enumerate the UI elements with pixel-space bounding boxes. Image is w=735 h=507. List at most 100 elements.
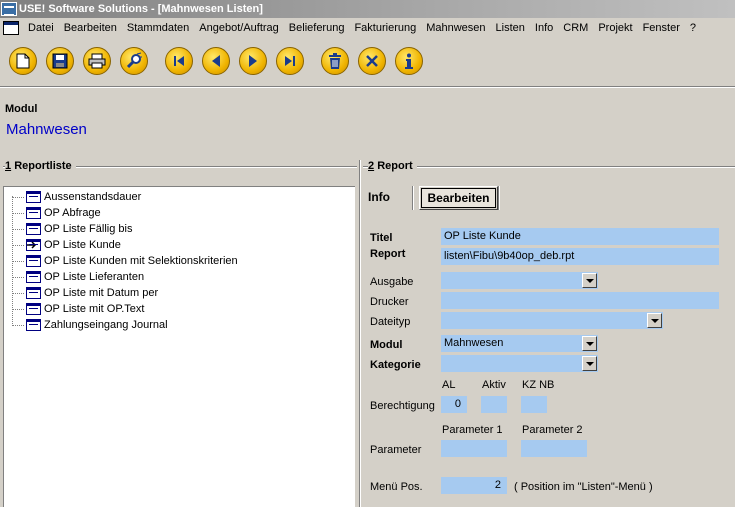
report-list-icon bbox=[26, 319, 41, 331]
tree-item[interactable]: Zahlungseingang Journal bbox=[12, 317, 168, 333]
kategorie-select[interactable] bbox=[441, 355, 598, 372]
title-bar: USE! Software Solutions - [Mahnwesen Lis… bbox=[0, 0, 735, 18]
save-button[interactable] bbox=[45, 46, 75, 76]
panel-separator bbox=[359, 160, 361, 507]
first-icon bbox=[165, 47, 193, 75]
tree-item[interactable]: OP Liste Kunden mit Selektionskriterien bbox=[12, 253, 238, 269]
tree-item[interactable]: OP Abfrage bbox=[12, 205, 101, 221]
menu-crm[interactable]: CRM bbox=[558, 18, 593, 38]
document-icon[interactable] bbox=[3, 21, 19, 35]
cancel-button[interactable] bbox=[357, 46, 387, 76]
kznb-label: KZ NB bbox=[522, 379, 555, 391]
menu-pos-label: Menü Pos. bbox=[370, 481, 423, 493]
last-icon bbox=[276, 47, 304, 75]
chevron-down-icon[interactable] bbox=[582, 356, 597, 371]
titel-field[interactable]: OP Liste Kunde bbox=[441, 228, 719, 245]
tree-item[interactable]: OP Liste mit OP.Text bbox=[12, 301, 144, 317]
kznb-field[interactable] bbox=[521, 396, 547, 413]
last-record-button[interactable] bbox=[275, 46, 305, 76]
menu-bearbeiten[interactable]: Bearbeiten bbox=[59, 18, 122, 38]
report-number: 2 bbox=[368, 160, 375, 172]
tree-item[interactable]: OP Liste Fällig bis bbox=[12, 221, 132, 237]
next-icon bbox=[239, 47, 267, 75]
prev-record-button[interactable] bbox=[201, 46, 231, 76]
ausgabe-select[interactable] bbox=[441, 272, 598, 289]
report-list-icon bbox=[26, 255, 41, 267]
modul-label: Modul bbox=[5, 103, 38, 115]
tab-bearbeiten[interactable]: Bearbeiten bbox=[419, 186, 498, 210]
menu-fakturierung[interactable]: Fakturierung bbox=[349, 18, 421, 38]
menu-projekt[interactable]: Projekt bbox=[593, 18, 637, 38]
al-field[interactable]: 0 bbox=[441, 396, 467, 413]
report-tree[interactable]: Aussenstandsdauer OP Abfrage OP Liste Fä… bbox=[3, 186, 355, 507]
report-title: 2 Report bbox=[368, 160, 417, 172]
dateityp-label: Dateityp bbox=[370, 316, 411, 328]
tree-item[interactable]: OP Liste mit Datum per bbox=[12, 285, 158, 301]
menu-angebot-auftrag[interactable]: Angebot/Auftrag bbox=[194, 18, 284, 38]
delete-icon bbox=[321, 47, 349, 75]
menu-bar: Datei Bearbeiten Stammdaten Angebot/Auft… bbox=[0, 18, 735, 38]
menu-fenster[interactable]: Fenster bbox=[638, 18, 685, 38]
report-path-field[interactable]: listen\Fibu\9b40op_deb.rpt bbox=[441, 248, 719, 265]
titel-label: Titel bbox=[370, 232, 393, 244]
menu-pos-hint: ( Position im "Listen"-Menü ) bbox=[514, 481, 653, 493]
menu-mahnwesen[interactable]: Mahnwesen bbox=[421, 18, 490, 38]
modul-select[interactable]: Mahnwesen bbox=[441, 335, 598, 352]
report-label: Report bbox=[370, 248, 406, 260]
menu-help[interactable]: ? bbox=[685, 18, 701, 38]
info-icon bbox=[395, 47, 423, 75]
tab-separator bbox=[498, 186, 500, 210]
save-icon bbox=[46, 47, 74, 75]
reportlist-number: 1 bbox=[5, 160, 12, 172]
print-button[interactable] bbox=[82, 46, 112, 76]
tab-bearbeiten-label: Bearbeiten bbox=[421, 188, 496, 208]
parameter2-label: Parameter 2 bbox=[522, 424, 583, 436]
report-list-icon bbox=[26, 287, 41, 299]
al-label: AL bbox=[442, 379, 456, 391]
drucker-field[interactable] bbox=[441, 292, 719, 309]
drucker-label: Drucker bbox=[370, 296, 409, 308]
menu-belieferung[interactable]: Belieferung bbox=[284, 18, 350, 38]
tree-item[interactable]: OP Liste Lieferanten bbox=[12, 269, 144, 285]
chevron-down-icon[interactable] bbox=[582, 273, 597, 288]
modul-field-label: Modul bbox=[370, 339, 403, 351]
chevron-down-icon[interactable] bbox=[582, 336, 597, 351]
toolbar bbox=[0, 40, 735, 82]
report-list-icon bbox=[26, 271, 41, 283]
tree-item[interactable]: Aussenstandsdauer bbox=[12, 189, 141, 205]
menu-listen[interactable]: Listen bbox=[491, 18, 530, 38]
report-list-icon bbox=[26, 191, 41, 203]
report-title-text: Report bbox=[377, 160, 413, 172]
delete-button[interactable] bbox=[320, 46, 350, 76]
parameter2-field[interactable] bbox=[521, 440, 587, 457]
aktiv-label: Aktiv bbox=[482, 379, 506, 391]
report-frame-line bbox=[363, 166, 735, 168]
search-icon bbox=[120, 47, 148, 75]
parameter1-field[interactable] bbox=[441, 440, 507, 457]
menu-info[interactable]: Info bbox=[530, 18, 558, 38]
first-record-button[interactable] bbox=[164, 46, 194, 76]
search-button[interactable] bbox=[119, 46, 149, 76]
reportlist-title: 1 Reportliste bbox=[5, 160, 76, 172]
new-icon bbox=[9, 47, 37, 75]
new-button[interactable] bbox=[8, 46, 38, 76]
menu-datei[interactable]: Datei bbox=[23, 18, 59, 38]
report-list-icon bbox=[26, 223, 41, 235]
tab-separator bbox=[412, 186, 414, 210]
menu-pos-field[interactable]: 2 bbox=[441, 477, 507, 494]
next-record-button[interactable] bbox=[238, 46, 268, 76]
menu-stammdaten[interactable]: Stammdaten bbox=[122, 18, 194, 38]
window-title: USE! Software Solutions - [Mahnwesen Lis… bbox=[19, 3, 263, 15]
reportlist-title-text: Reportliste bbox=[14, 160, 72, 172]
modul-select-value: Mahnwesen bbox=[444, 337, 504, 349]
tab-info[interactable]: Info bbox=[368, 190, 390, 204]
dateityp-select[interactable] bbox=[441, 312, 663, 329]
tree-item-selected[interactable]: OP Liste Kunde bbox=[12, 237, 121, 253]
info-button[interactable] bbox=[394, 46, 424, 76]
berechtigung-label: Berechtigung bbox=[370, 400, 435, 412]
chevron-down-icon[interactable] bbox=[647, 313, 662, 328]
cancel-icon bbox=[358, 47, 386, 75]
aktiv-field[interactable] bbox=[481, 396, 507, 413]
modul-value: Mahnwesen bbox=[6, 121, 87, 138]
parameter1-label: Parameter 1 bbox=[442, 424, 503, 436]
